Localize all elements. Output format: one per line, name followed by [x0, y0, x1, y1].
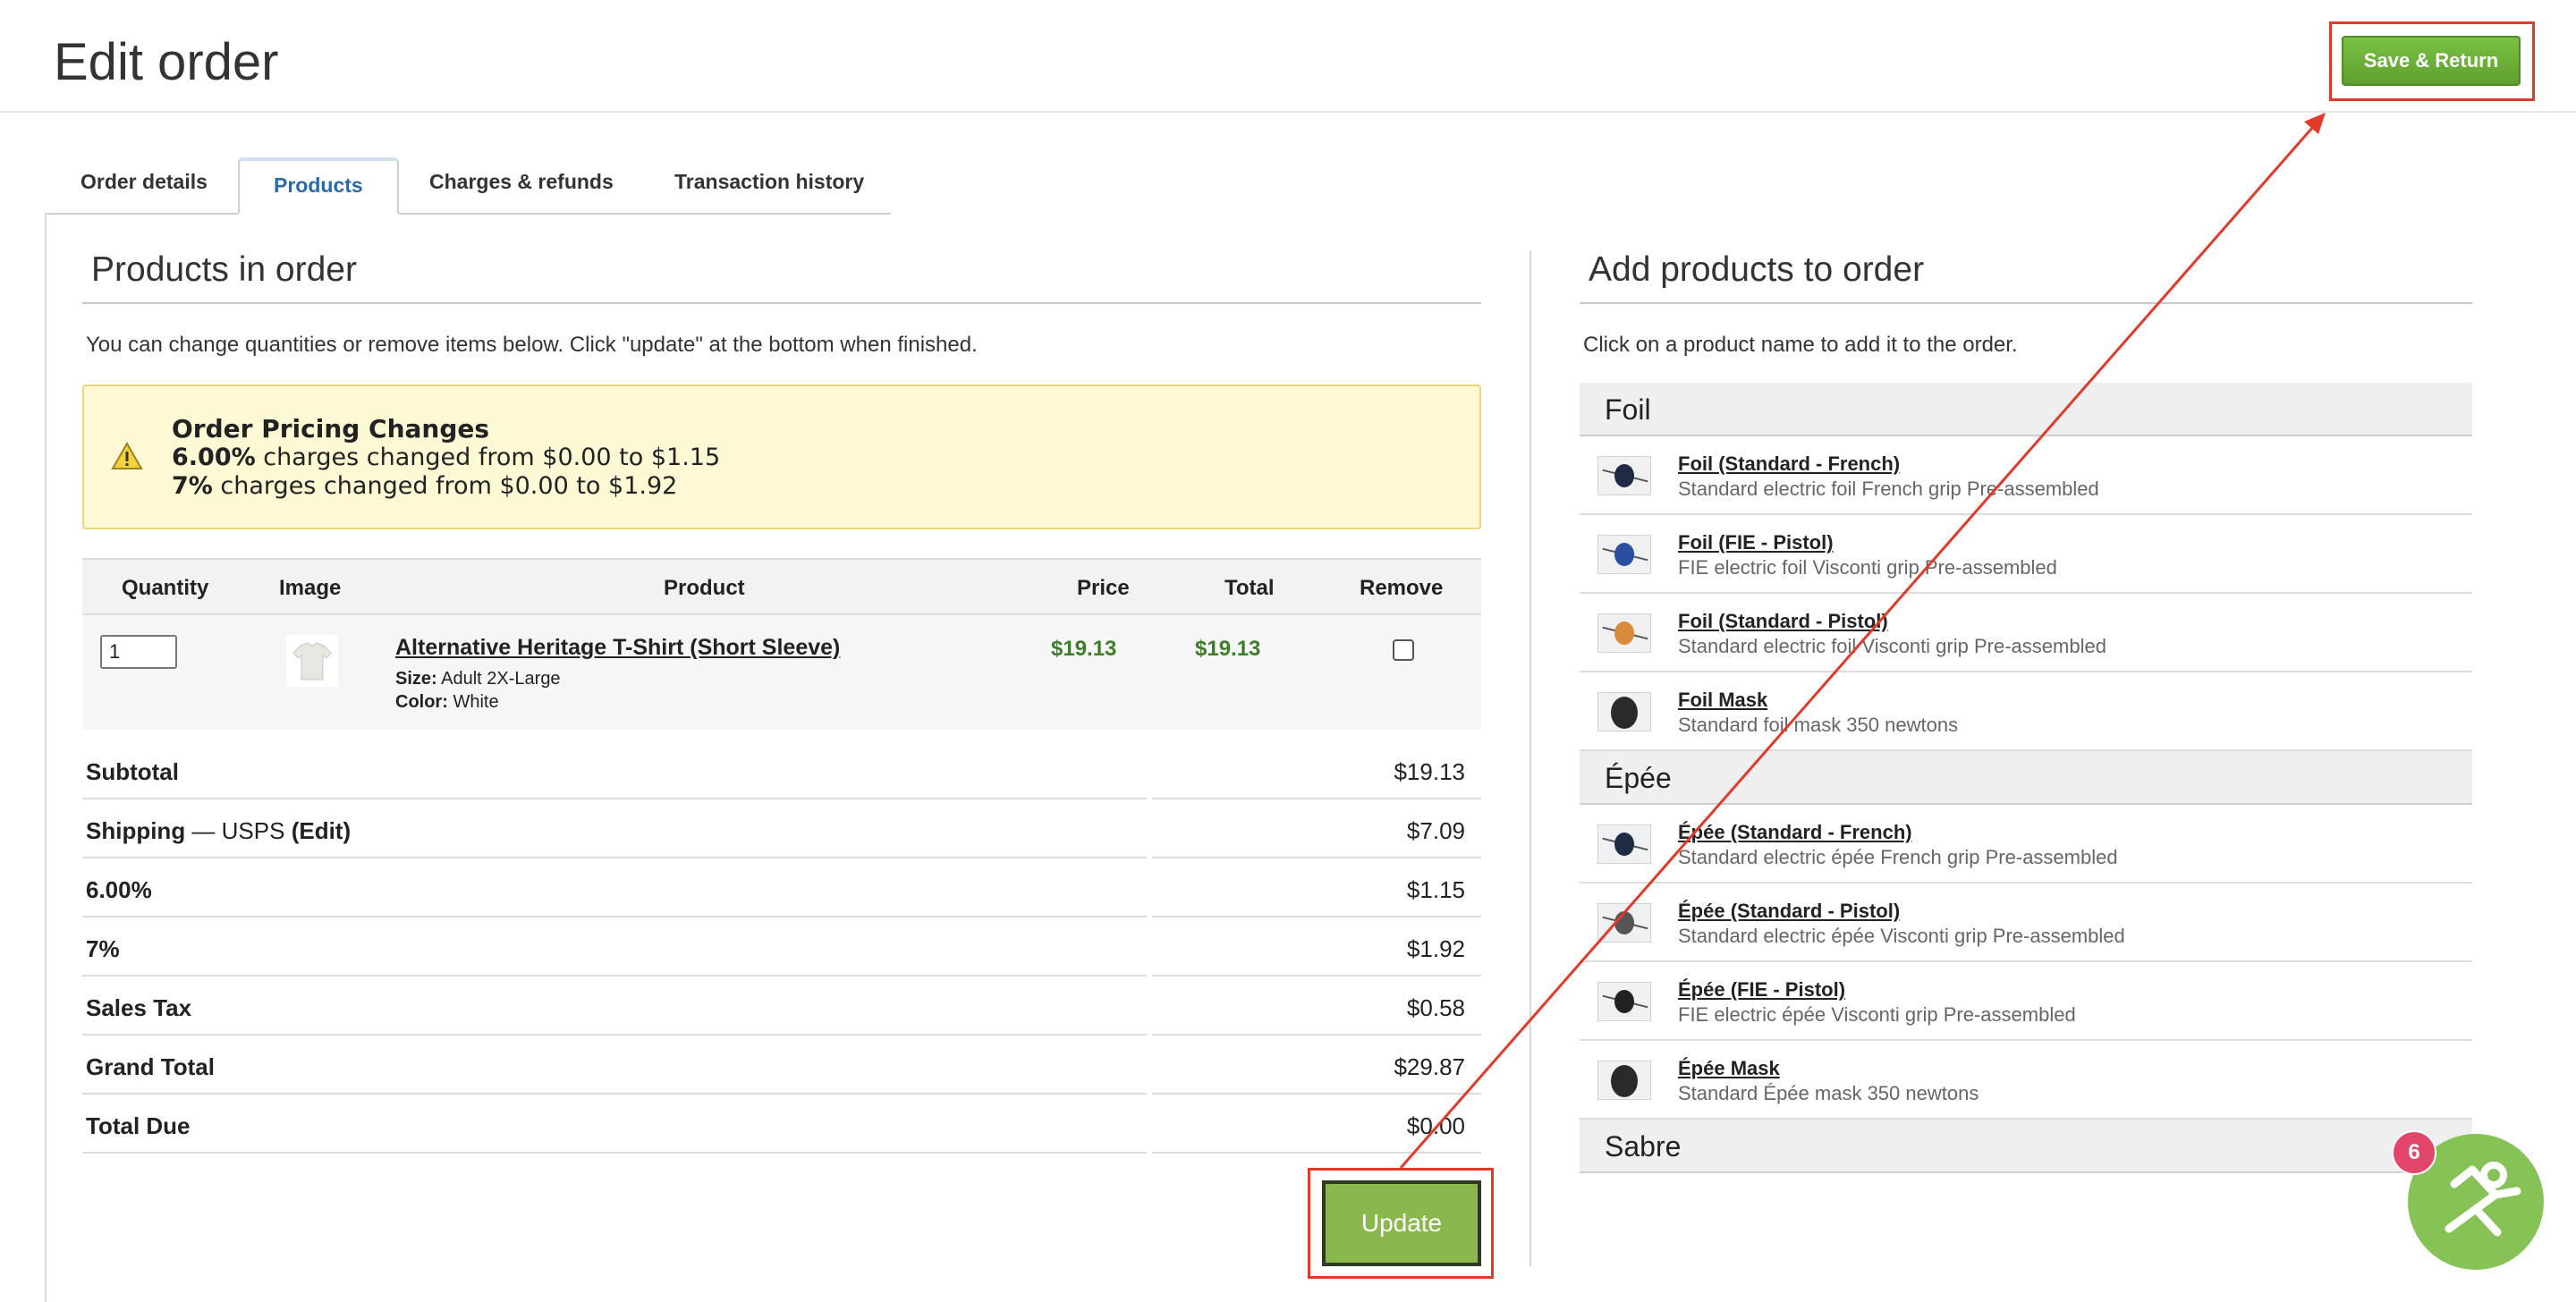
category-header-epee: Épée — [1580, 751, 2472, 805]
product-thumb-icon — [1597, 903, 1651, 943]
alert-line-2: 7% charges changed from $0.00 to $1.92 — [172, 472, 678, 500]
product-thumb-icon — [1597, 456, 1651, 495]
summary-row-sales-tax: Sales Tax $0.58 — [82, 976, 1481, 1036]
alert-text: Order Pricing Changes 6.00% charges chan… — [172, 415, 720, 501]
page-header: Edit order Save & Return — [0, 0, 2576, 113]
products-in-order-title: Products in order — [91, 250, 357, 289]
content-frame-border — [45, 213, 47, 1302]
add-products-intro-text: Click on a product name to add it to the… — [1583, 333, 2018, 357]
help-widget[interactable]: 6 — [2392, 1130, 2544, 1270]
product-link[interactable]: Foil (FIE - Pistol) — [1678, 531, 1834, 554]
summary-row-total-due: Total Due $0.00 — [82, 1095, 1481, 1154]
shipping-edit-link[interactable]: (Edit) — [292, 817, 351, 844]
summary-row-subtotal: Subtotal $19.13 — [82, 740, 1481, 799]
add-products-title: Add products to order — [1589, 250, 1925, 289]
page-title: Edit order — [54, 33, 279, 91]
annotation-highlight-save — [2329, 21, 2535, 101]
pricing-change-alert: Order Pricing Changes 6.00% charges chan… — [82, 385, 1481, 529]
section-rule — [1580, 302, 2472, 304]
mask-thumb-icon — [1597, 692, 1651, 731]
col-remove: Remove — [1360, 576, 1444, 600]
summary-row-charge-7: 7% $1.92 — [82, 917, 1481, 976]
products-intro-text: You can change quantities or remove item… — [86, 333, 978, 357]
list-item: Foil (Standard - Pistol) Standard electr… — [1580, 594, 2472, 672]
col-product: Product — [664, 576, 745, 600]
product-total: $19.13 — [1195, 637, 1261, 661]
quantity-input[interactable]: 1 — [100, 635, 177, 669]
notification-count-badge: 6 — [2392, 1130, 2436, 1175]
tab-order-details[interactable]: Order details — [80, 170, 208, 194]
product-thumb-icon — [1597, 824, 1651, 864]
product-size: Size: Adult 2X-Large — [395, 669, 561, 689]
col-price: Price — [1077, 576, 1130, 600]
product-link[interactable]: Foil (Standard - Pistol) — [1678, 610, 1888, 633]
list-item: Foil Mask Standard foil mask 350 newtons — [1580, 672, 2472, 751]
column-divider — [1530, 250, 1531, 1266]
update-button[interactable]: Update — [1322, 1180, 1481, 1266]
alert-line-1: 6.00% charges changed from $0.00 to $1.1… — [172, 444, 721, 471]
product-link[interactable]: Épée Mask — [1678, 1057, 1780, 1080]
section-rule — [82, 302, 1481, 304]
category-header-foil: Foil — [1580, 383, 2472, 436]
product-color: Color: White — [395, 692, 499, 712]
list-item: Épée (Standard - Pistol) Standard electr… — [1580, 884, 2472, 962]
product-thumb-icon — [1597, 535, 1651, 574]
product-thumbnail — [286, 635, 338, 687]
product-name-link[interactable]: Alternative Heritage T-Shirt (Short Slee… — [395, 635, 840, 661]
summary-row-charge-6: 6.00% $1.15 — [82, 858, 1481, 917]
list-item: Foil (Standard - French) Standard electr… — [1580, 436, 2472, 515]
summary-row-shipping: Shipping — USPS (Edit) $7.09 — [82, 799, 1481, 858]
remove-checkbox[interactable] — [1393, 639, 1414, 661]
product-link[interactable]: Épée (Standard - Pistol) — [1678, 900, 1900, 923]
summary-row-grand-total: Grand Total $29.87 — [82, 1036, 1481, 1095]
list-item: Foil (FIE - Pistol) FIE electric foil Vi… — [1580, 515, 2472, 594]
table-row: 1 Alternative Heritage T-Shirt (Short Sl… — [82, 615, 1481, 730]
list-item: Épée (Standard - French) Standard electr… — [1580, 805, 2472, 884]
mask-thumb-icon — [1597, 1061, 1651, 1100]
category-header-sabre: Sabre — [1580, 1120, 2472, 1173]
col-quantity: Quantity — [122, 576, 209, 600]
list-item: Épée Mask Standard Épée mask 350 newtons — [1580, 1041, 2472, 1120]
product-thumb-icon — [1597, 613, 1651, 653]
product-link[interactable]: Foil (Standard - French) — [1678, 452, 1900, 476]
list-item: Épée (FIE - Pistol) FIE electric épée Vi… — [1580, 962, 2472, 1041]
products-table-header: Quantity Image Product Price Total Remov… — [82, 558, 1481, 615]
tab-charges-refunds[interactable]: Charges & refunds — [429, 170, 614, 194]
product-link[interactable]: Épée (Standard - French) — [1678, 821, 1912, 844]
product-link[interactable]: Épée (FIE - Pistol) — [1678, 978, 1845, 1002]
warning-icon — [111, 442, 143, 469]
col-total: Total — [1224, 576, 1275, 600]
alert-title: Order Pricing Changes — [172, 414, 490, 444]
col-image: Image — [279, 576, 342, 600]
tab-products[interactable]: Products — [238, 157, 399, 215]
product-price: $19.13 — [1051, 637, 1117, 661]
product-thumb-icon — [1597, 982, 1651, 1021]
tab-transaction-history[interactable]: Transaction history — [674, 170, 864, 194]
product-link[interactable]: Foil Mask — [1678, 689, 1767, 712]
tab-bar: Order details Products Charges & refunds… — [45, 157, 891, 215]
